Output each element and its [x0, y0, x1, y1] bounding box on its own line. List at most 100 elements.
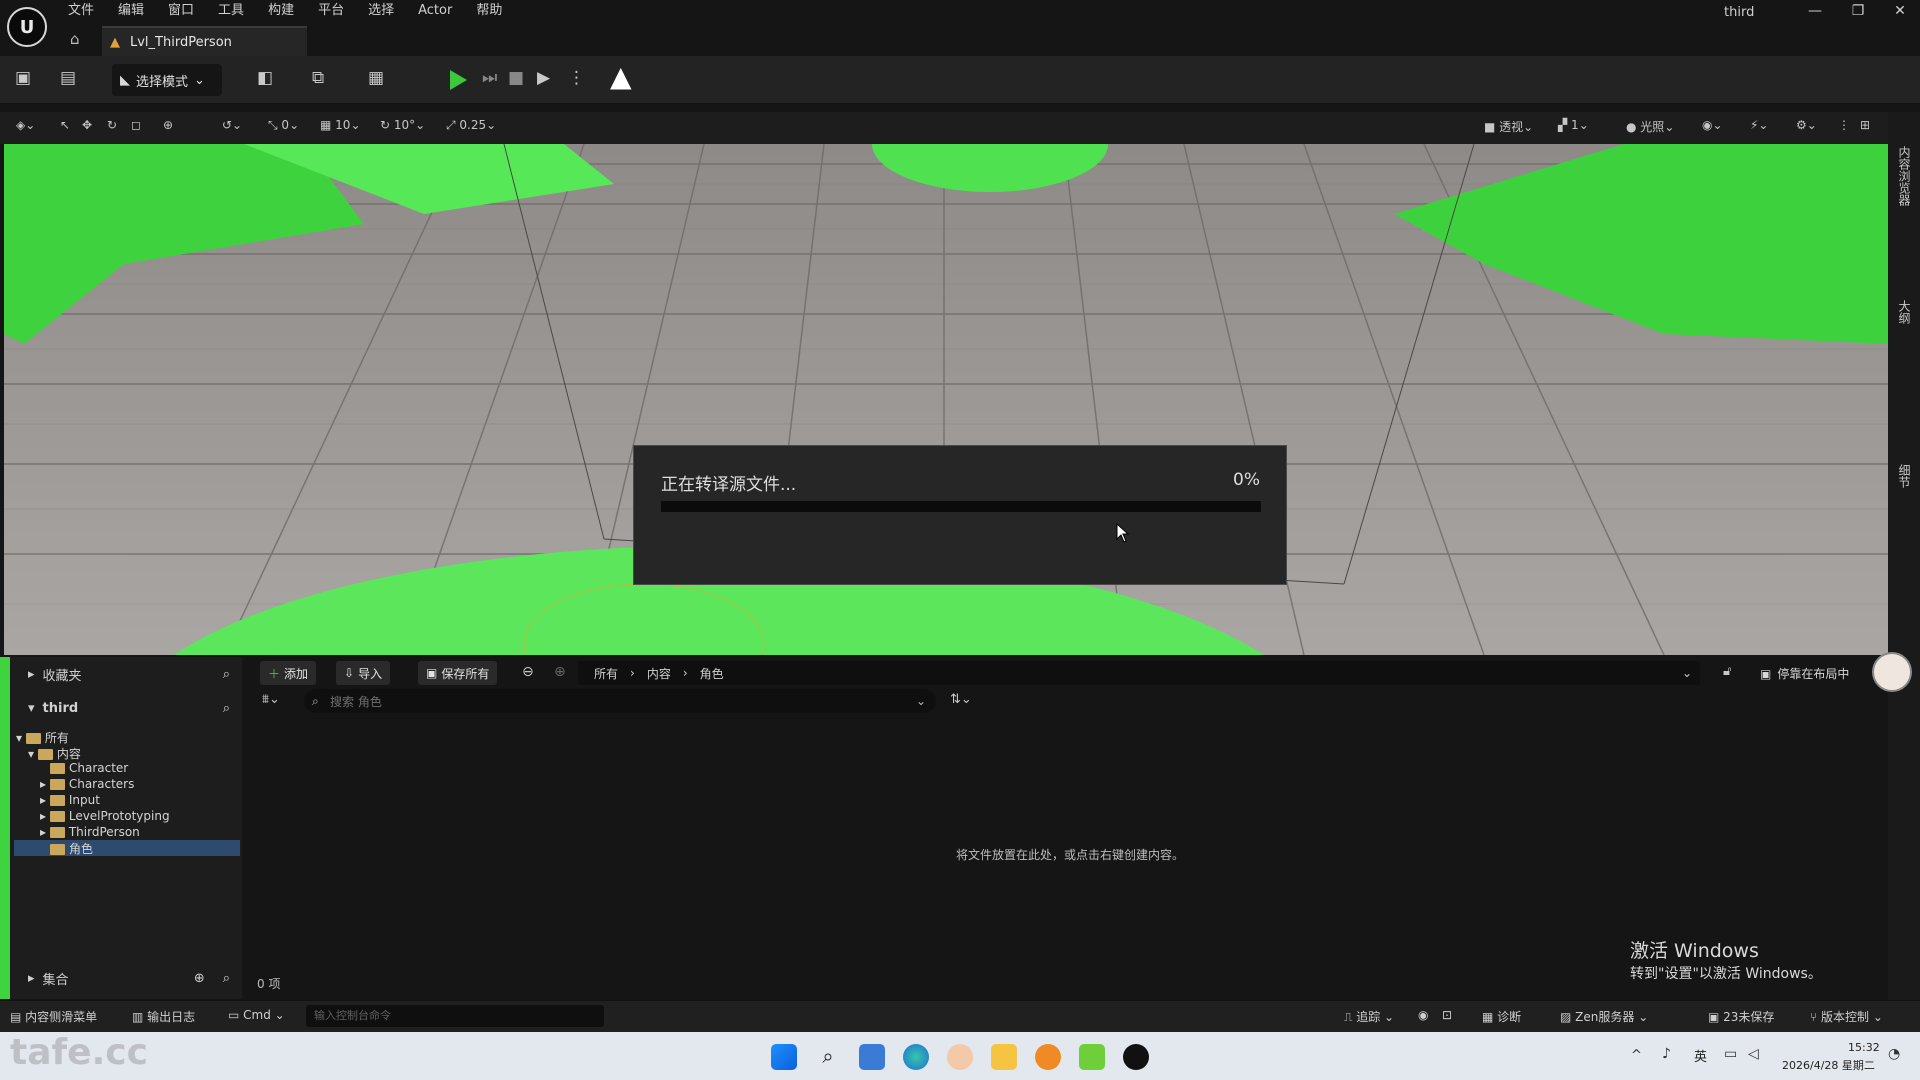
save-all-button[interactable]: ▣ 保存所有 — [418, 661, 498, 685]
back-icon[interactable]: ⊖ — [522, 664, 534, 680]
add-collection-icon[interactable]: ⊕ — [194, 971, 205, 986]
import-button[interactable]: ⇩ 导入 — [336, 661, 391, 685]
menu-edit[interactable]: 编辑 — [106, 0, 156, 22]
lighting-control[interactable]: ● 光照⌄ — [1626, 118, 1674, 135]
select-mode-button[interactable]: ◣ 选择模式 ⌄ — [112, 64, 222, 96]
options-icon[interactable]: ⋮ — [1838, 118, 1850, 132]
viewport-layout-icon[interactable]: ⊞ — [1860, 118, 1870, 132]
favorites-header[interactable]: ▸ 收藏夹 ⌕ — [10, 660, 242, 688]
cmd-dropdown[interactable]: ▭ Cmd ⌄ — [228, 1008, 285, 1022]
tab-level[interactable]: ▲ Lvl_ThirdPerson — [102, 26, 307, 56]
tree-item-role-selected[interactable]: 角色 — [14, 840, 240, 856]
add-button[interactable]: ＋添加 — [260, 661, 317, 685]
view-mode-control[interactable]: ■ 透视⌄ — [1484, 118, 1533, 135]
select-tool-icon[interactable]: ↖ — [60, 118, 70, 132]
save-icon[interactable]: ▣ — [15, 68, 31, 88]
unsaved-button[interactable]: ▣ 23未保存 — [1708, 1008, 1774, 1025]
tree-item-thirdperson[interactable]: ▸ ThirdPerson — [40, 825, 140, 839]
network-icon[interactable]: ▭ — [1724, 1046, 1737, 1062]
app-icon-2[interactable] — [947, 1044, 973, 1070]
dock-in-layout-button[interactable]: ▣ 停靠在布局中 — [1760, 665, 1849, 682]
menu-window[interactable]: 窗口 — [156, 0, 206, 22]
clock-date[interactable]: 2026/4/28 星期二 — [1782, 1057, 1875, 1073]
tree-item-character[interactable]: Character — [50, 761, 128, 775]
layout-control[interactable]: ▞ 1⌄ — [1558, 118, 1589, 132]
settings-icon[interactable]: ⚙⌄ — [1796, 118, 1817, 132]
tree-item-content[interactable]: ▾ 内容 — [28, 745, 81, 762]
content-browser-side-tab[interactable]: 内容浏览器 — [1896, 146, 1913, 206]
launch-icon[interactable]: ▶ — [537, 68, 550, 88]
menu-actor[interactable]: Actor — [406, 0, 464, 22]
details-side-tab[interactable]: 细节 — [1896, 464, 1913, 488]
more-icon[interactable]: ⋮ — [568, 68, 585, 88]
rot-snap-control[interactable]: ⤡ 0⌄ — [268, 118, 299, 133]
breadcrumb-role[interactable]: 角色 — [700, 665, 724, 682]
lock-icon[interactable]: 🔓︎ — [1723, 664, 1731, 679]
close-icon[interactable]: ✕ — [1878, 0, 1920, 22]
chevron-up-icon[interactable]: ^ — [1631, 1048, 1642, 1063]
microphone-icon[interactable]: ♪ — [1662, 1046, 1671, 1062]
source-control-button[interactable]: ⑂ 版本控制 ⌄ — [1810, 1008, 1883, 1025]
tree-item-characters[interactable]: ▸ Characters — [40, 777, 134, 791]
app-icon-3[interactable] — [1079, 1044, 1105, 1070]
chevron-down-icon[interactable]: ⌄ — [1682, 666, 1692, 680]
blueprint-icon[interactable]: ⧉ — [312, 68, 324, 88]
menu-select[interactable]: 选择 — [356, 0, 406, 22]
rotation-snap-control[interactable]: ↻ 10°⌄ — [380, 118, 425, 132]
content-drawer-button[interactable]: ▤ 内容侧滑菜单 — [10, 1008, 97, 1025]
record-icon[interactable]: ◉ — [1418, 1008, 1428, 1022]
blender-icon[interactable] — [1035, 1044, 1061, 1070]
rotate-icon[interactable]: ↻ — [107, 118, 117, 132]
menu-platform[interactable]: 平台 — [306, 0, 356, 22]
volume-icon[interactable]: ◁ — [1748, 1046, 1759, 1062]
search-icon[interactable]: ⌕ — [223, 971, 230, 986]
clock-time[interactable]: 15:32 — [1848, 1041, 1880, 1054]
notification-icon[interactable]: ◔ — [1888, 1046, 1900, 1062]
menu-help[interactable]: 帮助 — [464, 0, 514, 22]
restore-icon[interactable]: ❐ — [1836, 0, 1880, 22]
surface-snap-icon[interactable]: ↺⌄ — [222, 118, 242, 132]
zen-server-button[interactable]: ▨ Zen服务器 ⌄ — [1560, 1008, 1648, 1025]
show-icon[interactable]: ◉⌄ — [1702, 118, 1723, 132]
scale-snap-control[interactable]: ⤢ 0.25⌄ — [446, 118, 496, 133]
breadcrumb-content[interactable]: 内容 — [647, 665, 671, 682]
platform-icon[interactable]: ▲ — [610, 60, 632, 93]
forward-icon[interactable]: ⊕ — [554, 664, 566, 680]
edge-browser-icon[interactable] — [903, 1044, 929, 1070]
home-icon[interactable]: ⌂ — [70, 30, 80, 48]
tree-item-all[interactable]: ▾ 所有 — [16, 729, 69, 746]
output-log-button[interactable]: ▥ 输出日志 — [132, 1008, 195, 1025]
menu-build[interactable]: 构建 — [256, 0, 306, 22]
app-icon-1[interactable] — [859, 1044, 885, 1070]
content-icon[interactable]: ▤ — [60, 68, 76, 88]
scale-icon[interactable]: ◻ — [131, 118, 141, 132]
search-icon[interactable]: ⌕ — [815, 1044, 841, 1070]
add-actor-icon[interactable]: ◧ — [257, 68, 273, 88]
project-header[interactable]: ▾ third ⌕ — [10, 694, 242, 722]
start-icon[interactable] — [771, 1044, 797, 1070]
translate-icon[interactable]: ✥ — [82, 118, 92, 132]
tree-item-input[interactable]: ▸ Input — [40, 793, 100, 807]
asset-search-input[interactable]: ⌕ 搜索 角色 ⌄ — [304, 689, 936, 713]
console-input[interactable]: 输入控制台命令 — [306, 1005, 604, 1027]
filter-icon[interactable]: ⩩⌄ — [262, 692, 280, 707]
stop-icon[interactable]: ■ — [508, 68, 524, 88]
menu-file[interactable]: 文件 — [56, 0, 106, 22]
search-icon[interactable]: ⌕ — [223, 667, 230, 682]
tree-item-levelprototyping[interactable]: ▸ LevelPrototyping — [40, 809, 170, 823]
world-icon[interactable]: ⊕ — [163, 118, 173, 132]
avatar[interactable] — [1872, 652, 1912, 692]
ime-indicator[interactable]: 英 — [1694, 1046, 1707, 1065]
sort-icon[interactable]: ⇅⌄ — [950, 692, 972, 707]
trace-button[interactable]: ⎍ 追踪 ⌄ — [1344, 1008, 1394, 1025]
minimize-icon[interactable]: — — [1793, 0, 1837, 22]
viewport-menu-icon[interactable]: ◈⌄ — [16, 118, 35, 132]
collections-header[interactable]: ▸ 集合 ⊕ ⌕ — [10, 964, 242, 992]
cinematics-icon[interactable]: ▦ — [368, 68, 384, 88]
step-icon[interactable]: ⏭ — [482, 68, 497, 88]
camera-icon[interactable]: ⊡ — [1442, 1008, 1452, 1022]
realtime-icon[interactable]: ⚡⌄ — [1750, 118, 1768, 132]
grid-snap-control[interactable]: ▦ 10⌄ — [320, 118, 361, 132]
menu-tools[interactable]: 工具 — [206, 0, 256, 22]
breadcrumb-all[interactable]: 所有 — [594, 665, 618, 682]
